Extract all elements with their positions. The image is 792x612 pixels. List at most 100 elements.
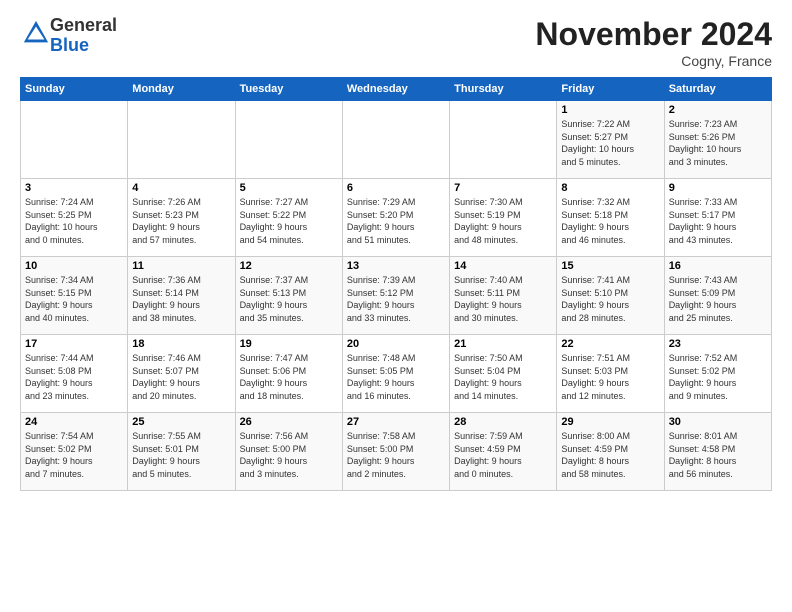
- day-info: Sunrise: 7:59 AM Sunset: 4:59 PM Dayligh…: [454, 430, 552, 480]
- day-info: Sunrise: 7:36 AM Sunset: 5:14 PM Dayligh…: [132, 274, 230, 324]
- day-cell-2-4: 14 Sunrise: 7:40 AM Sunset: 5:11 PM Dayli…: [450, 257, 557, 335]
- day-cell-3-5: 22 Sunrise: 7:51 AM Sunset: 5:03 PM Dayli…: [557, 335, 664, 413]
- day-number: 18: [132, 338, 230, 350]
- day-cell-1-1: 4 Sunrise: 7:26 AM Sunset: 5:23 PM Daylig…: [128, 179, 235, 257]
- day-cell-4-5: 29 Sunrise: 8:00 AM Sunset: 4:59 PM Dayli…: [557, 413, 664, 491]
- page: General Blue November 2024 Cogny, France…: [0, 0, 792, 612]
- day-cell-3-0: 17 Sunrise: 7:44 AM Sunset: 5:08 PM Dayli…: [21, 335, 128, 413]
- day-cell-1-6: 9 Sunrise: 7:33 AM Sunset: 5:17 PM Daylig…: [664, 179, 771, 257]
- day-number: 30: [669, 416, 767, 428]
- calendar-table: Sunday Monday Tuesday Wednesday Thursday…: [20, 77, 772, 491]
- day-info: Sunrise: 7:40 AM Sunset: 5:11 PM Dayligh…: [454, 274, 552, 324]
- day-number: 25: [132, 416, 230, 428]
- day-number: 29: [561, 416, 659, 428]
- day-number: 28: [454, 416, 552, 428]
- day-cell-4-6: 30Sunrise: 8:01 AM Sunset: 4:58 PM Dayli…: [664, 413, 771, 491]
- col-monday: Monday: [128, 78, 235, 101]
- col-sunday: Sunday: [21, 78, 128, 101]
- day-number: 2: [669, 104, 767, 116]
- day-info: Sunrise: 7:55 AM Sunset: 5:01 PM Dayligh…: [132, 430, 230, 480]
- day-cell-1-5: 8Sunrise: 7:32 AM Sunset: 5:18 PM Daylig…: [557, 179, 664, 257]
- day-cell-1-0: 3 Sunrise: 7:24 AM Sunset: 5:25 PM Daylig…: [21, 179, 128, 257]
- day-info: Sunrise: 7:51 AM Sunset: 5:03 PM Dayligh…: [561, 352, 659, 402]
- day-cell-0-0: [21, 101, 128, 179]
- day-info: Sunrise: 7:29 AM Sunset: 5:20 PM Dayligh…: [347, 196, 445, 246]
- day-cell-0-6: 2 Sunrise: 7:23 AM Sunset: 5:26 PM Daylig…: [664, 101, 771, 179]
- header: General Blue November 2024 Cogny, France: [20, 16, 772, 69]
- day-info: Sunrise: 7:48 AM Sunset: 5:05 PM Dayligh…: [347, 352, 445, 402]
- day-info: Sunrise: 7:41 AM Sunset: 5:10 PM Dayligh…: [561, 274, 659, 324]
- day-info: Sunrise: 7:26 AM Sunset: 5:23 PM Dayligh…: [132, 196, 230, 246]
- day-cell-4-0: 24Sunrise: 7:54 AM Sunset: 5:02 PM Dayli…: [21, 413, 128, 491]
- logo-blue: Blue: [50, 35, 89, 55]
- day-number: 14: [454, 260, 552, 272]
- day-number: 17: [25, 338, 123, 350]
- col-tuesday: Tuesday: [235, 78, 342, 101]
- day-cell-0-3: [342, 101, 449, 179]
- day-cell-4-3: 27 Sunrise: 7:58 AM Sunset: 5:00 PM Dayli…: [342, 413, 449, 491]
- day-info: Sunrise: 7:34 AM Sunset: 5:15 PM Dayligh…: [25, 274, 123, 324]
- title-block: November 2024 Cogny, France: [535, 16, 772, 69]
- day-number: 6: [347, 182, 445, 194]
- day-info: Sunrise: 7:33 AM Sunset: 5:17 PM Dayligh…: [669, 196, 767, 246]
- day-info: Sunrise: 7:23 AM Sunset: 5:26 PM Dayligh…: [669, 118, 767, 168]
- day-cell-0-2: [235, 101, 342, 179]
- day-number: 27: [347, 416, 445, 428]
- day-info: Sunrise: 7:43 AM Sunset: 5:09 PM Dayligh…: [669, 274, 767, 324]
- day-info: Sunrise: 7:56 AM Sunset: 5:00 PM Dayligh…: [240, 430, 338, 480]
- day-cell-2-5: 15 Sunrise: 7:41 AM Sunset: 5:10 PM Dayli…: [557, 257, 664, 335]
- week-row-5: 24Sunrise: 7:54 AM Sunset: 5:02 PM Dayli…: [21, 413, 772, 491]
- month-title: November 2024: [535, 16, 772, 53]
- logo-icon: [22, 19, 50, 47]
- day-number: 11: [132, 260, 230, 272]
- day-cell-1-2: 5 Sunrise: 7:27 AM Sunset: 5:22 PM Daylig…: [235, 179, 342, 257]
- day-number: 22: [561, 338, 659, 350]
- day-cell-3-2: 19Sunrise: 7:47 AM Sunset: 5:06 PM Dayli…: [235, 335, 342, 413]
- day-cell-2-3: 13 Sunrise: 7:39 AM Sunset: 5:12 PM Dayli…: [342, 257, 449, 335]
- day-number: 8: [561, 182, 659, 194]
- day-info: Sunrise: 7:44 AM Sunset: 5:08 PM Dayligh…: [25, 352, 123, 402]
- day-cell-3-6: 23Sunrise: 7:52 AM Sunset: 5:02 PM Dayli…: [664, 335, 771, 413]
- day-cell-1-3: 6 Sunrise: 7:29 AM Sunset: 5:20 PM Daylig…: [342, 179, 449, 257]
- day-cell-3-4: 21 Sunrise: 7:50 AM Sunset: 5:04 PM Dayli…: [450, 335, 557, 413]
- day-number: 19: [240, 338, 338, 350]
- logo: General Blue: [20, 16, 117, 56]
- day-number: 4: [132, 182, 230, 194]
- logo-general: General: [50, 15, 117, 35]
- day-number: 16: [669, 260, 767, 272]
- day-number: 15: [561, 260, 659, 272]
- day-cell-2-6: 16 Sunrise: 7:43 AM Sunset: 5:09 PM Dayli…: [664, 257, 771, 335]
- day-cell-4-2: 26Sunrise: 7:56 AM Sunset: 5:00 PM Dayli…: [235, 413, 342, 491]
- day-number: 1: [561, 104, 659, 116]
- day-info: Sunrise: 7:46 AM Sunset: 5:07 PM Dayligh…: [132, 352, 230, 402]
- day-number: 20: [347, 338, 445, 350]
- day-info: Sunrise: 7:27 AM Sunset: 5:22 PM Dayligh…: [240, 196, 338, 246]
- calendar-header-row: Sunday Monday Tuesday Wednesday Thursday…: [21, 78, 772, 101]
- day-info: Sunrise: 7:50 AM Sunset: 5:04 PM Dayligh…: [454, 352, 552, 402]
- day-cell-3-3: 20 Sunrise: 7:48 AM Sunset: 5:05 PM Dayli…: [342, 335, 449, 413]
- day-cell-2-1: 11 Sunrise: 7:36 AM Sunset: 5:14 PM Dayli…: [128, 257, 235, 335]
- day-cell-4-1: 25 Sunrise: 7:55 AM Sunset: 5:01 PM Dayli…: [128, 413, 235, 491]
- col-saturday: Saturday: [664, 78, 771, 101]
- day-cell-0-5: 1Sunrise: 7:22 AM Sunset: 5:27 PM Daylig…: [557, 101, 664, 179]
- day-info: Sunrise: 7:37 AM Sunset: 5:13 PM Dayligh…: [240, 274, 338, 324]
- logo-text: General Blue: [50, 16, 117, 56]
- day-info: Sunrise: 7:39 AM Sunset: 5:12 PM Dayligh…: [347, 274, 445, 324]
- day-number: 13: [347, 260, 445, 272]
- day-info: Sunrise: 7:24 AM Sunset: 5:25 PM Dayligh…: [25, 196, 123, 246]
- day-cell-2-2: 12Sunrise: 7:37 AM Sunset: 5:13 PM Dayli…: [235, 257, 342, 335]
- col-wednesday: Wednesday: [342, 78, 449, 101]
- day-number: 9: [669, 182, 767, 194]
- day-number: 7: [454, 182, 552, 194]
- week-row-1: 1Sunrise: 7:22 AM Sunset: 5:27 PM Daylig…: [21, 101, 772, 179]
- day-number: 5: [240, 182, 338, 194]
- day-number: 21: [454, 338, 552, 350]
- day-info: Sunrise: 8:00 AM Sunset: 4:59 PM Dayligh…: [561, 430, 659, 480]
- day-cell-0-4: [450, 101, 557, 179]
- day-info: Sunrise: 7:52 AM Sunset: 5:02 PM Dayligh…: [669, 352, 767, 402]
- day-cell-1-4: 7Sunrise: 7:30 AM Sunset: 5:19 PM Daylig…: [450, 179, 557, 257]
- week-row-2: 3 Sunrise: 7:24 AM Sunset: 5:25 PM Daylig…: [21, 179, 772, 257]
- day-info: Sunrise: 7:58 AM Sunset: 5:00 PM Dayligh…: [347, 430, 445, 480]
- day-number: 3: [25, 182, 123, 194]
- day-number: 10: [25, 260, 123, 272]
